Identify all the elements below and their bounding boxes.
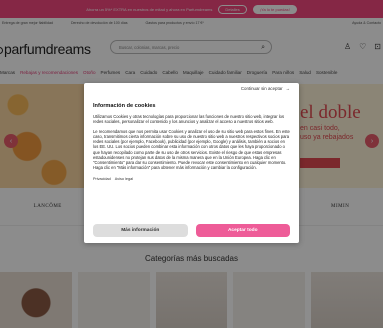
privacy-link[interactable]: Privacidad xyxy=(93,177,111,181)
cookie-button-row: Más información Aceptar todo xyxy=(93,224,290,237)
arrow-right-icon: → xyxy=(285,86,290,91)
cookie-text-details: Le recomendamos que nos permita usar Coo… xyxy=(93,129,290,170)
more-info-button[interactable]: Más información xyxy=(93,224,188,237)
legal-notice-link[interactable]: Aviso legal xyxy=(115,177,133,181)
cookie-dialog-title: Información de cookies xyxy=(93,103,156,109)
cookie-consent-dialog: Continuar sin aceptar → Información de c… xyxy=(84,83,299,243)
continue-without-accepting-link[interactable]: Continuar sin aceptar → xyxy=(241,86,290,91)
cookie-text-intro: Utilizamos Cookies y otras tecnologías p… xyxy=(93,114,285,125)
cookie-legal-links: Privacidad Aviso legal xyxy=(93,177,290,181)
accept-all-button[interactable]: Aceptar todo xyxy=(195,224,290,237)
